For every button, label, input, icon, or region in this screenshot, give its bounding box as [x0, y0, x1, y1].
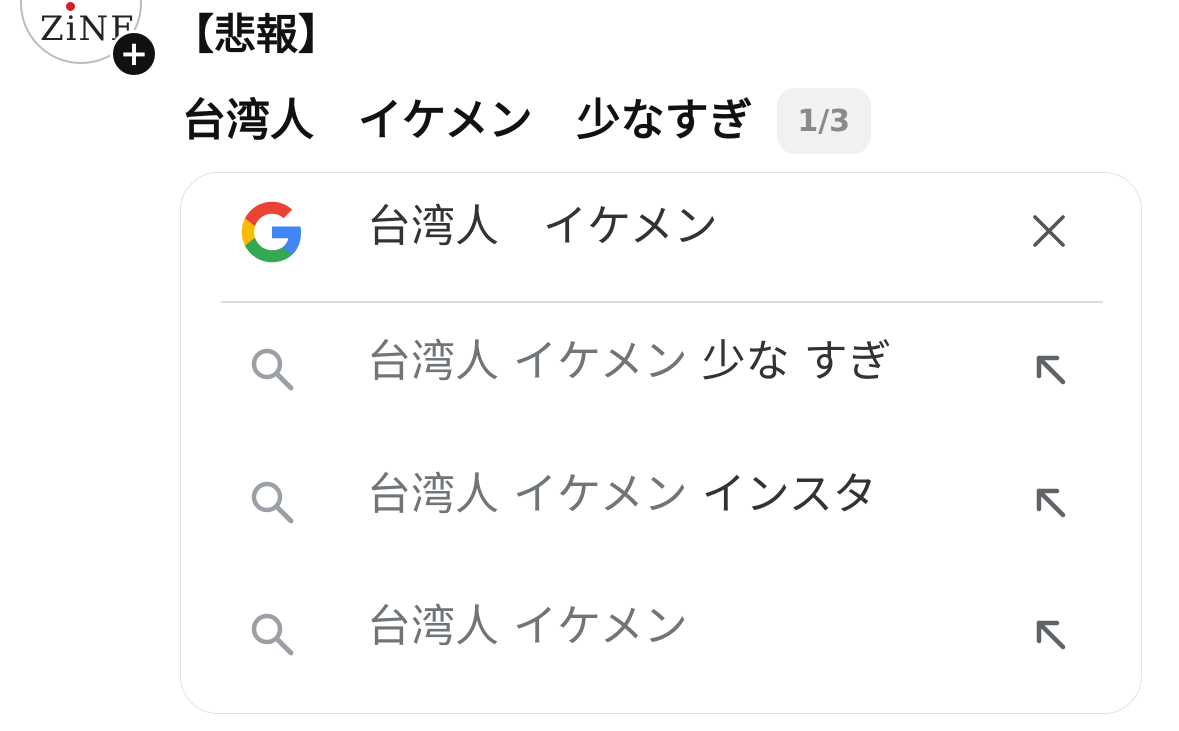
arrow-up-left-icon[interactable] [1031, 350, 1069, 388]
page-indicator-badge: 1/3 [776, 88, 871, 154]
search-divider [221, 301, 1103, 303]
suggestion-typed-text: 台湾人 イケメン [367, 336, 688, 387]
post-title: 台湾人 イケメン 少なすぎ [182, 94, 753, 146]
arrow-up-left-icon[interactable] [1031, 615, 1069, 653]
plus-icon: + [119, 34, 149, 74]
google-g-icon [241, 201, 302, 263]
suggestion-item[interactable]: 台湾人 イケメン [181, 583, 1141, 693]
suggestion-item[interactable]: 台湾人 イケメン 少な すぎ [181, 318, 1141, 428]
suggestion-text: 台湾人 イケメン インスタ [367, 469, 877, 522]
search-suggestion-card: 台湾人 イケメン 台湾人 イケメン 少な すぎ 台湾人 イケメン インスタ 台湾… [180, 172, 1142, 714]
search-icon [251, 613, 294, 656]
arrow-up-left-icon[interactable] [1031, 483, 1069, 521]
suggestion-completion-text: 少な すぎ [687, 336, 892, 387]
post-title-row: 台湾人 イケメン 少なすぎ 1/3 [182, 88, 871, 154]
search-query-text[interactable]: 台湾人 イケメン [367, 201, 718, 254]
suggestion-item[interactable]: 台湾人 イケメン インスタ [181, 451, 1141, 561]
suggestion-completion-text: インスタ [687, 469, 877, 520]
post-tag: 【悲報】 [172, 10, 341, 59]
close-icon[interactable] [1031, 213, 1067, 249]
suggestion-typed-text: 台湾人 イケメン [367, 601, 688, 652]
post-screenshot: ZiNE + 【悲報】 台湾人 イケメン 少なすぎ 1/3 台湾人 イケメン 台… [0, 0, 1179, 731]
follow-button[interactable]: + [110, 30, 158, 78]
search-bar[interactable]: 台湾人 イケメン [181, 173, 1141, 301]
search-icon [251, 481, 294, 524]
search-icon [251, 348, 294, 391]
suggestion-text: 台湾人 イケメン [367, 601, 688, 654]
suggestion-typed-text: 台湾人 イケメン [367, 469, 688, 520]
suggestion-text: 台湾人 イケメン 少な すぎ [367, 336, 892, 389]
